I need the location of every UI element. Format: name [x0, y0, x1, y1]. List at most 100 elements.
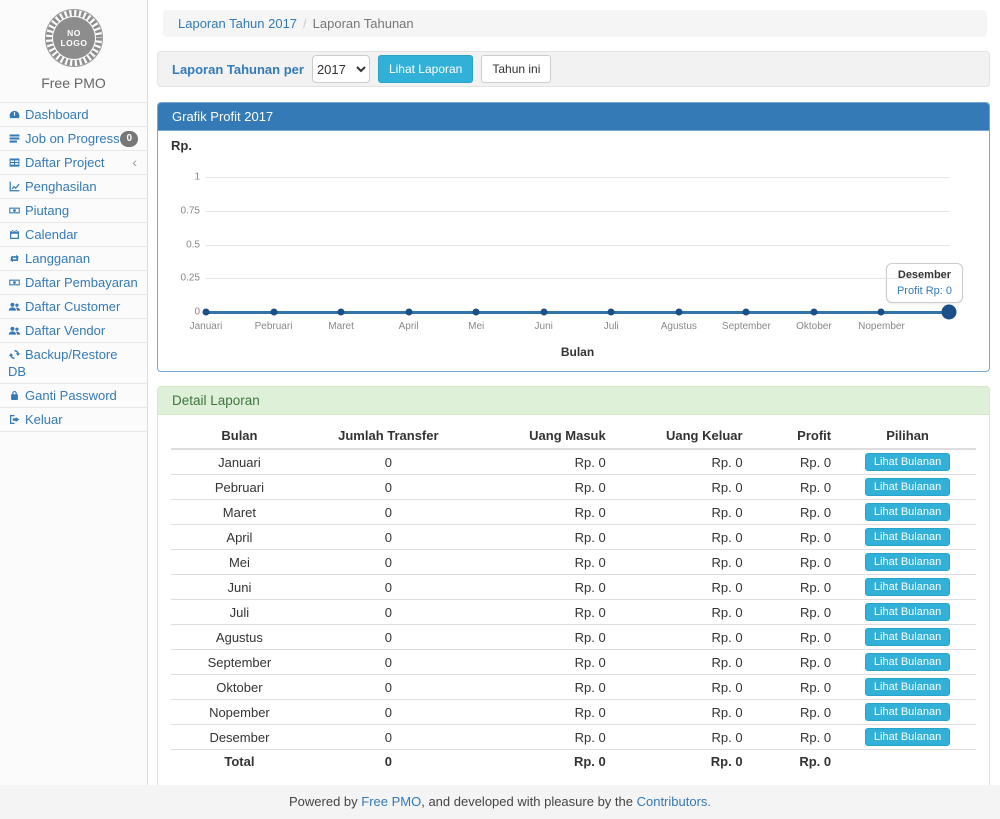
lihat-bulanan-button-maret[interactable]: Lihat Bulanan	[865, 503, 950, 521]
cell-jumlah-transfer: 0	[308, 625, 469, 650]
sidebar-item-penghasilan[interactable]: Penghasilan	[0, 175, 147, 199]
cell-profit: Rp. 0	[751, 525, 840, 550]
breadcrumb-link-laporan-tahun[interactable]: Laporan Tahun 2017	[178, 16, 297, 31]
sidebar-item-keluar[interactable]: Keluar	[0, 408, 147, 432]
cell-pilihan	[839, 750, 976, 774]
chart-data-point-maret[interactable]	[338, 309, 345, 316]
cell-bulan: Juli	[171, 600, 308, 625]
chart-y-tick: 0.75	[158, 205, 200, 216]
table-body: Januari0Rp. 0Rp. 0Rp. 0Lihat BulananPebr…	[171, 449, 976, 774]
money-icon	[8, 276, 21, 289]
table-row-juni: Juni0Rp. 0Rp. 0Rp. 0Lihat Bulanan	[171, 575, 976, 600]
sidebar-item-daftar-pembayaran[interactable]: Daftar Pembayaran	[0, 271, 147, 295]
lihat-bulanan-button-oktober[interactable]: Lihat Bulanan	[865, 678, 950, 696]
detail-laporan-table: Bulan Jumlah Transfer Uang Masuk Uang Ke…	[171, 423, 976, 774]
chart-data-point-agustus[interactable]	[675, 309, 682, 316]
detail-laporan-panel: Detail Laporan Bulan Jumlah Transfer Uan…	[157, 386, 990, 789]
footer-contributors-link[interactable]: Contributors.	[637, 794, 711, 809]
chart-plot-area: JanuariPebruariMaretAprilMeiJuniJuliAgus…	[206, 131, 949, 371]
cell-uang-masuk: Rp. 0	[469, 475, 614, 500]
cell-uang-masuk: Rp. 0	[469, 650, 614, 675]
lihat-bulanan-button-pebruari[interactable]: Lihat Bulanan	[865, 478, 950, 496]
cell-uang-keluar: Rp. 0	[614, 500, 751, 525]
sidebar-item-calendar[interactable]: Calendar	[0, 223, 147, 247]
lihat-laporan-button[interactable]: Lihat Laporan	[378, 55, 473, 83]
cell-bulan: Juni	[171, 575, 308, 600]
chart-data-point-mei[interactable]	[473, 309, 480, 316]
cell-pilihan: Lihat Bulanan	[839, 475, 976, 500]
lihat-bulanan-button-januari[interactable]: Lihat Bulanan	[865, 453, 950, 471]
sidebar-item-langganan[interactable]: Langganan	[0, 247, 147, 271]
table-row-oktober: Oktober0Rp. 0Rp. 0Rp. 0Lihat Bulanan	[171, 675, 976, 700]
sidebar-item-dashboard[interactable]: Dashboard	[0, 103, 147, 127]
sidebar-item-job-on-progress[interactable]: Job on Progress0	[0, 127, 147, 151]
lihat-bulanan-button-mei[interactable]: Lihat Bulanan	[865, 553, 950, 571]
cell-pilihan: Lihat Bulanan	[839, 600, 976, 625]
filter-label: Laporan Tahunan per	[172, 62, 304, 77]
cell-pilihan: Lihat Bulanan	[839, 500, 976, 525]
cell-uang-masuk: Rp. 0	[469, 625, 614, 650]
dashboard-icon	[8, 108, 21, 121]
tasks-icon	[8, 132, 21, 145]
sidebar-item-ganti-password[interactable]: Ganti Password	[0, 384, 147, 408]
lihat-bulanan-button-juli[interactable]: Lihat Bulanan	[865, 603, 950, 621]
breadcrumb: Laporan Tahun 2017/Laporan Tahunan	[163, 10, 987, 37]
cell-pilihan: Lihat Bulanan	[839, 575, 976, 600]
cell-jumlah-transfer: 0	[308, 449, 469, 475]
lihat-bulanan-button-nopember[interactable]: Lihat Bulanan	[865, 703, 950, 721]
chart-data-point-september[interactable]	[743, 309, 750, 316]
cell-uang-masuk: Rp. 0	[469, 525, 614, 550]
lihat-bulanan-button-agustus[interactable]: Lihat Bulanan	[865, 628, 950, 646]
cell-pilihan: Lihat Bulanan	[839, 650, 976, 675]
brand-name: Free PMO	[0, 75, 147, 91]
cell-bulan: Agustus	[171, 625, 308, 650]
cell-profit: Rp. 0	[751, 625, 840, 650]
chart-data-point-juni[interactable]	[540, 309, 547, 316]
cell-uang-masuk: Rp. 0	[469, 725, 614, 750]
chart-x-tick: Agustus	[661, 321, 697, 332]
chart-data-point-juli[interactable]	[608, 309, 615, 316]
users-icon	[8, 324, 21, 337]
cell-pilihan: Lihat Bulanan	[839, 725, 976, 750]
cell-bulan: Januari	[171, 449, 308, 475]
sidebar-item-daftar-customer[interactable]: Daftar Customer	[0, 295, 147, 319]
sidebar-menu: DashboardJob on Progress0Daftar Project‹…	[0, 102, 147, 432]
chart-x-tick: Januari	[190, 321, 223, 332]
table-row-maret: Maret0Rp. 0Rp. 0Rp. 0Lihat Bulanan	[171, 500, 976, 525]
sidebar-item-daftar-vendor[interactable]: Daftar Vendor	[0, 319, 147, 343]
sidebar-item-label: Daftar Pembayaran	[25, 275, 138, 290]
table-row-januari: Januari0Rp. 0Rp. 0Rp. 0Lihat Bulanan	[171, 449, 976, 475]
sidebar-item-daftar-project[interactable]: Daftar Project‹	[0, 151, 147, 175]
sidebar-item-backup-restore-db[interactable]: Backup/Restore DB	[0, 343, 147, 384]
lihat-bulanan-button-april[interactable]: Lihat Bulanan	[865, 528, 950, 546]
chart-data-point-pebruari[interactable]	[270, 309, 277, 316]
chart-data-point-oktober[interactable]	[810, 309, 817, 316]
cell-jumlah-transfer: 0	[308, 475, 469, 500]
profit-chart-panel: Grafik Profit 2017 Rp. Bulan Desember Pr…	[157, 102, 990, 372]
lihat-bulanan-button-desember[interactable]: Lihat Bulanan	[865, 728, 950, 746]
footer-free-pmo-link[interactable]: Free PMO	[361, 794, 421, 809]
chart-y-tick: 0	[158, 307, 200, 318]
sidebar-item-piutang[interactable]: Piutang	[0, 199, 147, 223]
column-header-profit: Profit	[751, 423, 840, 449]
chart-data-point-nopember[interactable]	[878, 309, 885, 316]
cell-uang-keluar: Rp. 0	[614, 475, 751, 500]
cell-jumlah-transfer: 0	[308, 575, 469, 600]
table-row-agustus: Agustus0Rp. 0Rp. 0Rp. 0Lihat Bulanan	[171, 625, 976, 650]
cell-uang-masuk: Rp. 0	[469, 550, 614, 575]
table-row-pebruari: Pebruari0Rp. 0Rp. 0Rp. 0Lihat Bulanan	[171, 475, 976, 500]
page: NO LOGO Free PMO DashboardJob on Progres…	[0, 0, 1000, 819]
tahun-ini-button[interactable]: Tahun ini	[481, 55, 551, 83]
chart-x-tick: Pebruari	[255, 321, 293, 332]
chart-data-point-januari[interactable]	[203, 309, 210, 316]
chart-x-tick: Oktober	[796, 321, 832, 332]
lihat-bulanan-button-september[interactable]: Lihat Bulanan	[865, 653, 950, 671]
cell-profit: Rp. 0	[751, 600, 840, 625]
chart-data-point-april[interactable]	[405, 309, 412, 316]
lihat-bulanan-button-juni[interactable]: Lihat Bulanan	[865, 578, 950, 596]
table-row-mei: Mei0Rp. 0Rp. 0Rp. 0Lihat Bulanan	[171, 550, 976, 575]
year-select[interactable]: 2017	[312, 55, 370, 83]
cell-profit: Rp. 0	[751, 650, 840, 675]
chart-data-point-desember[interactable]	[942, 305, 957, 320]
sidebar: NO LOGO Free PMO DashboardJob on Progres…	[0, 0, 148, 785]
